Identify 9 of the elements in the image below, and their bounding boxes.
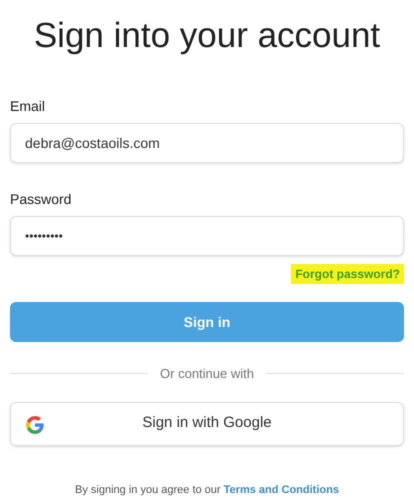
page-title: Sign into your account bbox=[34, 15, 380, 57]
password-label: Password bbox=[10, 190, 72, 209]
divider-text: Or continue with bbox=[160, 365, 254, 383]
google-logo-icon bbox=[25, 414, 45, 434]
terms-notice: By signing in you agree to our Terms and Conditions bbox=[75, 482, 339, 498]
email-label: Email bbox=[10, 97, 46, 116]
password-field[interactable]: ••••••••• bbox=[10, 216, 404, 256]
google-sign-in-button[interactable]: Sign in with Google bbox=[10, 402, 404, 446]
email-field[interactable]: debra@costaoils.com bbox=[10, 123, 404, 163]
